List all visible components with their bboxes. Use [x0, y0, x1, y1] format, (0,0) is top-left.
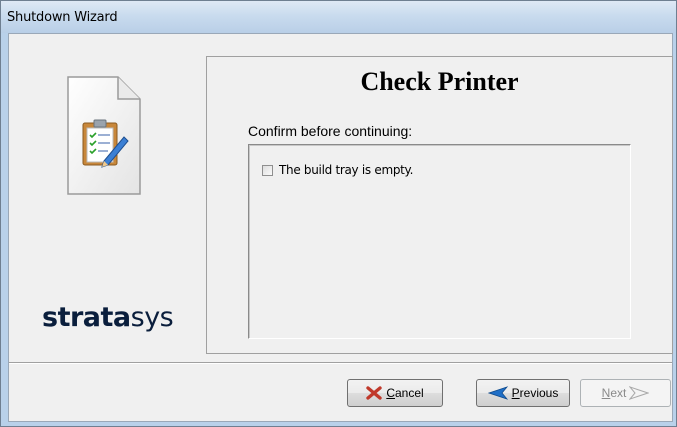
build-tray-check-row[interactable]: The build tray is empty. [262, 163, 413, 177]
cancel-label: Cancel [386, 386, 424, 400]
wizard-body: stratasys Check Printer Confirm before c… [8, 33, 673, 422]
content-panel: Check Printer Confirm before continuing:… [206, 56, 673, 354]
clipboard-checklist-icon [67, 76, 141, 195]
cancel-button[interactable]: Cancel [347, 379, 443, 407]
next-button[interactable]: Next [580, 379, 671, 407]
arrow-left-icon [487, 386, 508, 400]
previous-label: Previous [511, 386, 559, 400]
stratasys-logo: stratasys [42, 302, 174, 333]
next-label: Next [601, 386, 627, 400]
title-bar[interactable]: Shutdown Wizard [1, 1, 676, 33]
window-title: Shutdown Wizard [7, 10, 118, 25]
build-tray-checkbox[interactable] [262, 164, 273, 176]
wizard-window: Shutdown Wizard stratasys Check Printer … [0, 0, 677, 427]
previous-button[interactable]: Previous [476, 379, 570, 407]
sidebar: stratasys [9, 34, 204, 354]
button-separator [9, 362, 672, 364]
build-tray-check-label[interactable]: The build tray is empty. [279, 163, 413, 177]
arrow-right-icon [629, 386, 650, 400]
confirm-prompt: Confirm before continuing: [248, 123, 413, 139]
page-title: Check Printer [360, 67, 519, 96]
cancel-x-icon [366, 386, 383, 400]
checklist-box: The build tray is empty. [248, 144, 631, 339]
